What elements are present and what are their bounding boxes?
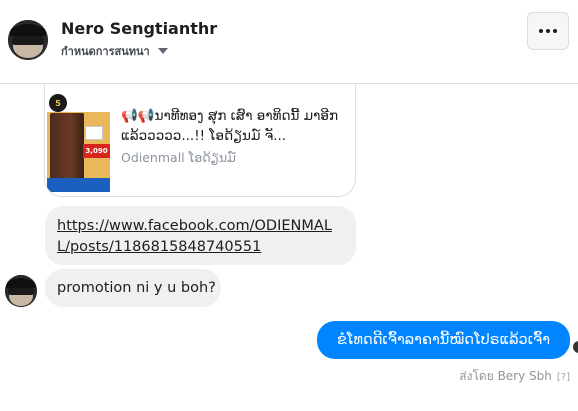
more-horizontal-icon	[539, 29, 543, 33]
contact-name[interactable]: Nero Sengtianthr	[61, 19, 217, 38]
promo-badge: 5	[49, 94, 67, 112]
help-link[interactable]: [?]	[557, 372, 570, 383]
caret-down-icon	[157, 48, 168, 54]
link-preview-card[interactable]: 5 3,090 📢📢ນາທີທອງ ສຸກ ເສົາ ອາທິດນີ້ ມາອີ…	[44, 84, 356, 197]
link-preview-thumbnail: 5 3,090	[47, 88, 110, 192]
link-preview-source: Odienmall ໂອດ້ຽນມ໌	[121, 150, 236, 165]
outgoing-message-bubble: ຂໍໂທດດີເຈົ້າລາຄານີ້ໝົດໂປຣແລ້ວເຈົ້າ	[317, 321, 570, 359]
sent-by-text: ส่งโดย Bery Sbh	[459, 369, 552, 383]
link-preview-title: 📢📢ນາທີທອງ ສຸກ ເສົາ ອາທິດນີ້ ມາອີກແລ້ວວວວ…	[121, 108, 339, 144]
avatar-image	[5, 275, 37, 307]
conversation-settings-dropdown[interactable]: กำหนดการสนทนา	[61, 42, 168, 60]
conversation-header: Nero Sengtianthr กำหนดการสนทนา	[0, 0, 578, 84]
price-tag: 3,090	[83, 144, 110, 158]
conversation-settings-label: กำหนดการสนทนา	[61, 45, 150, 58]
seen-indicator-avatar	[573, 341, 578, 353]
message-link-bubble[interactable]: https://www.facebook.com/ODIENMALL/posts…	[45, 206, 356, 265]
incoming-message-bubble: promotion ni y u boh?	[45, 269, 221, 307]
avatar-image	[8, 20, 48, 60]
sender-avatar	[5, 275, 37, 307]
more-options-button[interactable]	[527, 12, 569, 50]
sent-by-label: ส่งโดย Bery Sbh [?]	[459, 367, 570, 386]
contact-avatar[interactable]	[8, 20, 48, 60]
fridge-image	[50, 113, 84, 186]
